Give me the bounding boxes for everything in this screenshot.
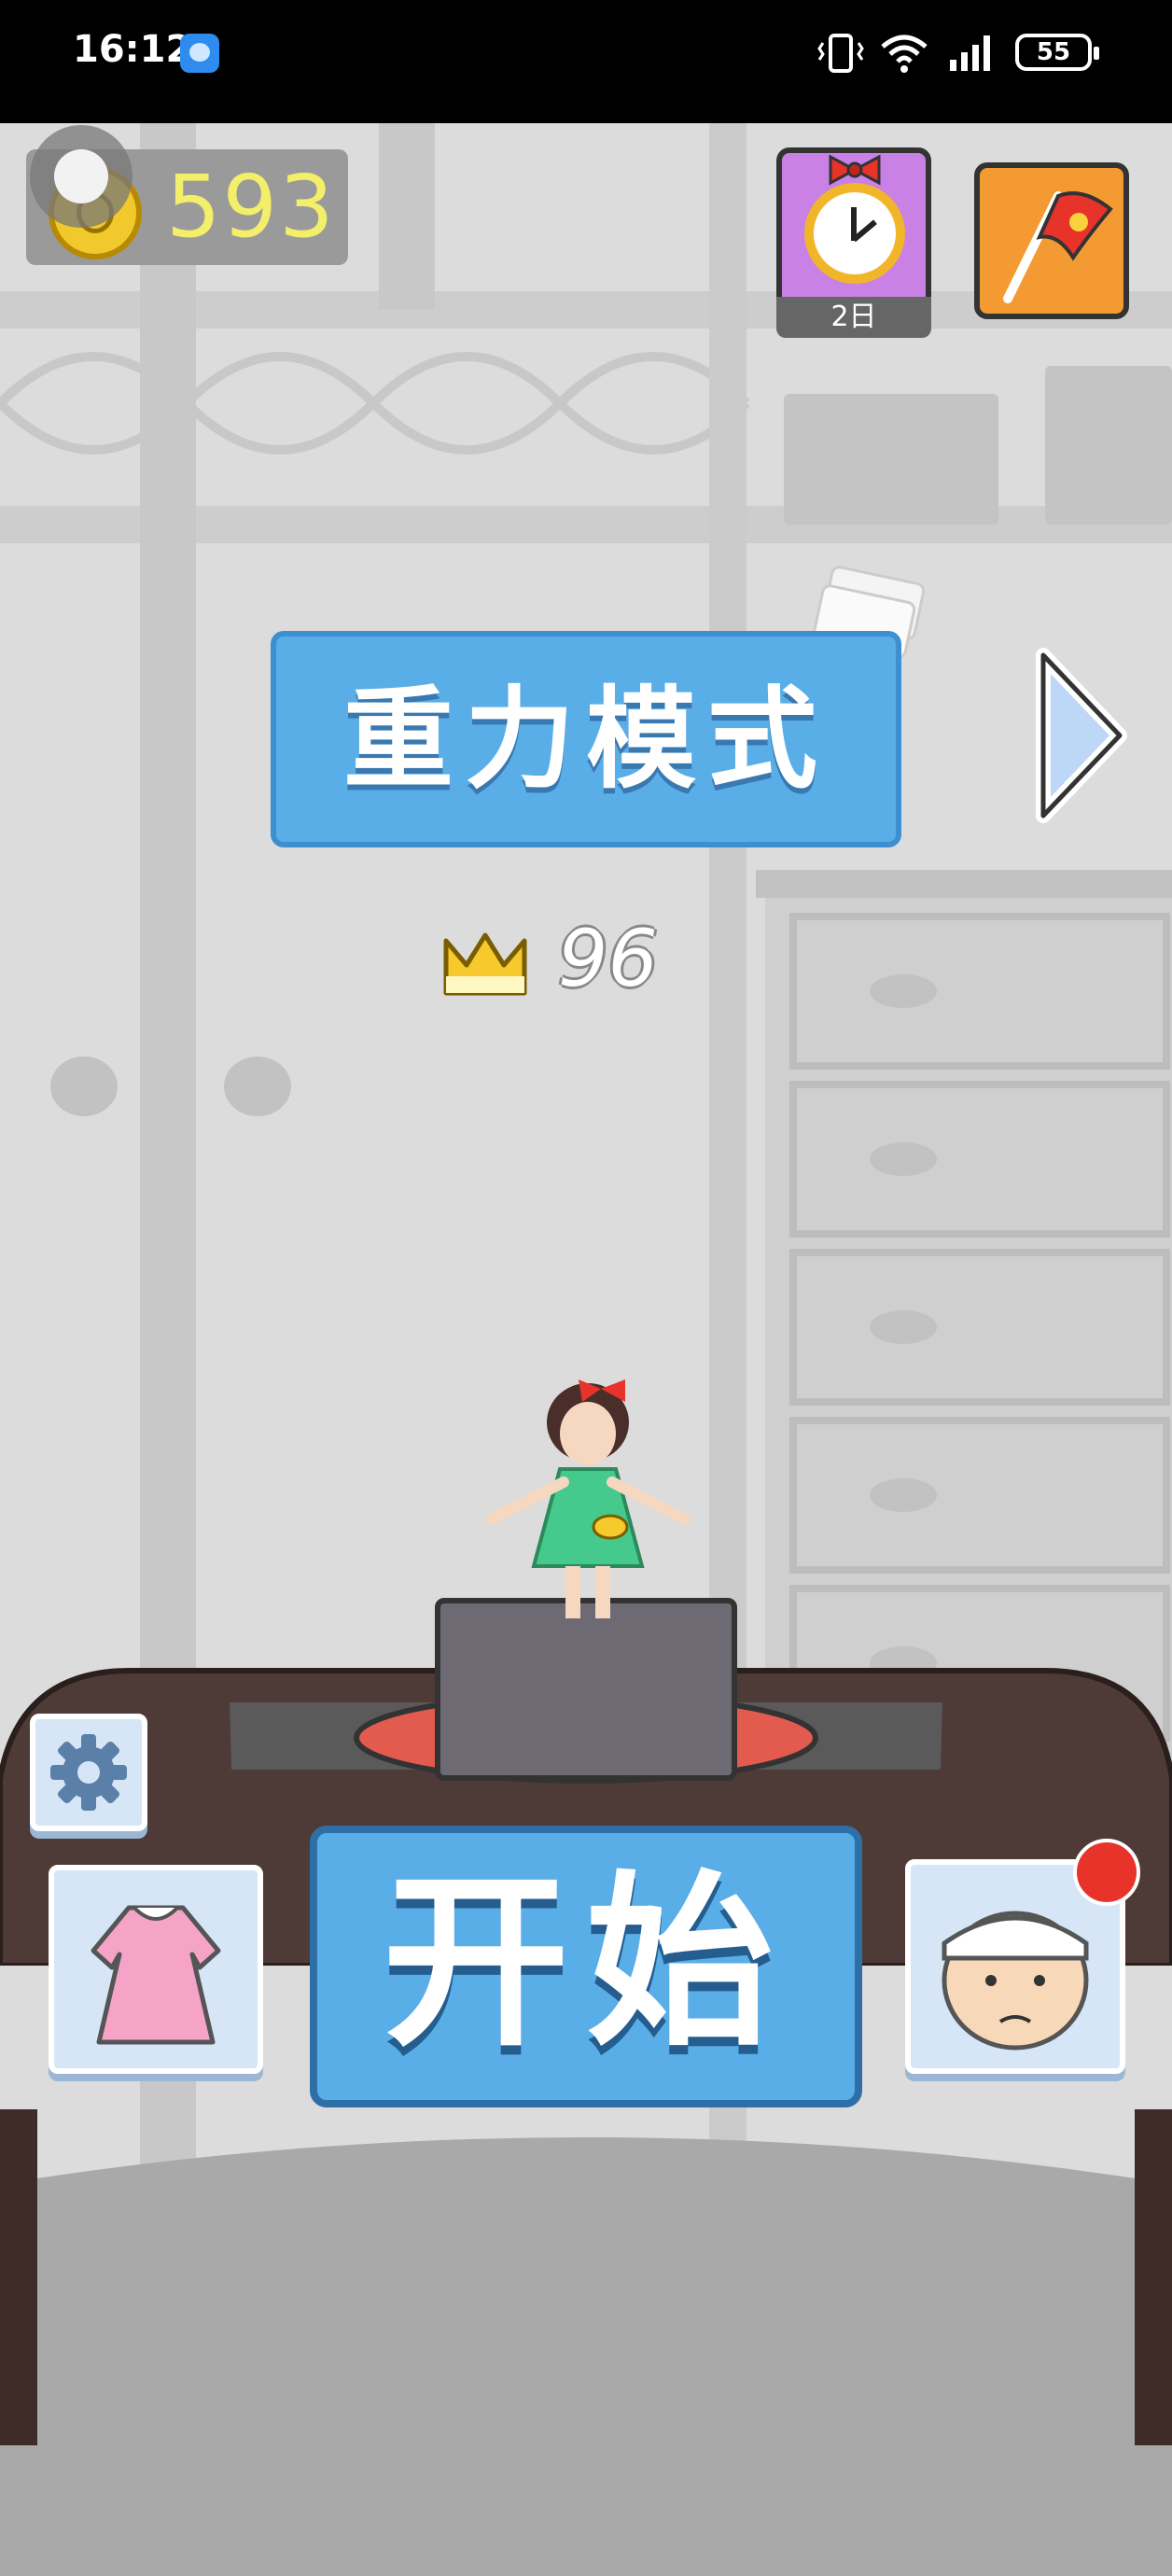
next-arrow-icon[interactable]: [1030, 642, 1133, 829]
alarm-clock-icon: [804, 183, 905, 284]
settings-gear-icon: [50, 1734, 127, 1811]
settings-button[interactable]: [30, 1714, 147, 1831]
notification-badge: [1073, 1839, 1140, 1906]
crown-icon: [443, 932, 527, 996]
best-score: 96: [558, 913, 658, 1004]
status-bar: 16:12 55: [0, 0, 1172, 123]
floating-assist-ball[interactable]: [30, 125, 133, 228]
dress-icon: [91, 1905, 221, 2045]
game-mode-banner[interactable]: 重力模式: [271, 631, 901, 847]
flag-icon: [1003, 191, 1113, 303]
ribbon-bow-icon: [829, 154, 881, 186]
daily-reward-label: 2日: [776, 297, 931, 338]
status-time: 16:12: [73, 28, 192, 71]
battery-indicator: 55: [1015, 34, 1099, 71]
flag-button[interactable]: [974, 162, 1129, 319]
coin-count: 593: [166, 157, 336, 257]
message-app-icon: [180, 34, 219, 73]
start-button[interactable]: 开始: [310, 1826, 862, 2107]
vibrate-icon: [817, 34, 864, 73]
signal-icon: [950, 35, 990, 71]
wifi-icon: [881, 35, 928, 73]
outfit-button[interactable]: [49, 1865, 263, 2074]
floor-rug: [0, 2109, 1172, 2576]
girl-character: [485, 1379, 691, 1618]
